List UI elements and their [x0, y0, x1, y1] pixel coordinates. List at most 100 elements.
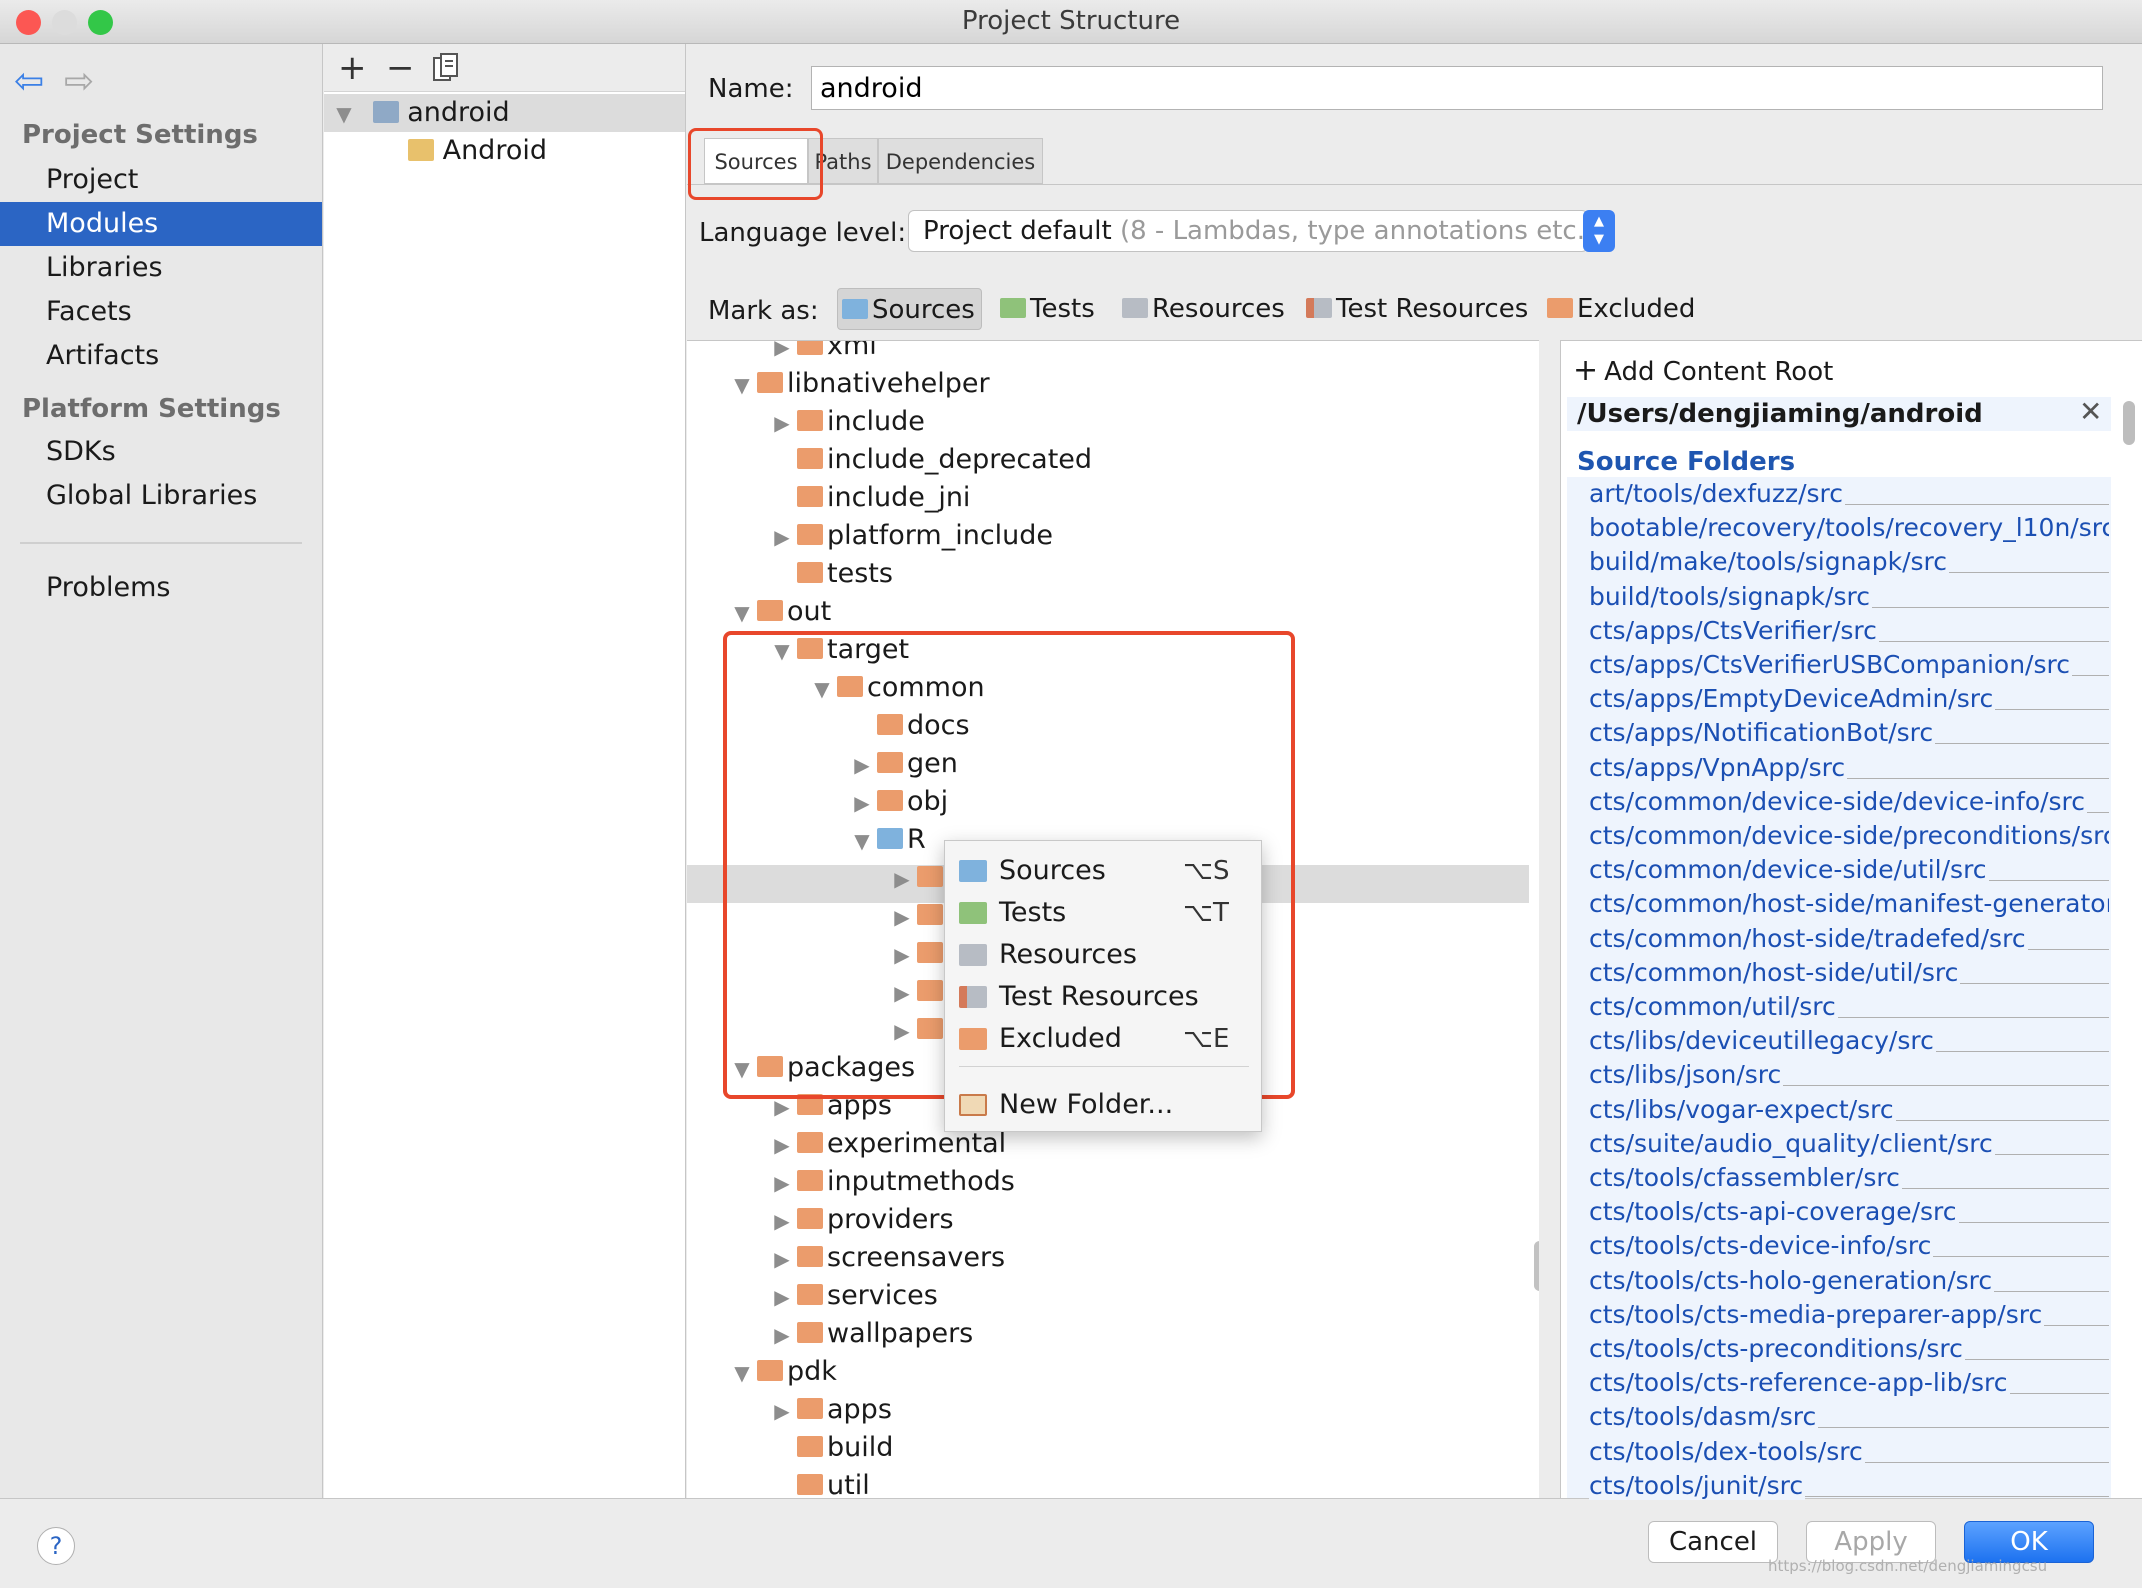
select-arrows-icon[interactable]: ▲ ▼: [1583, 210, 1615, 252]
content-root-scrollbar[interactable]: [2123, 401, 2135, 445]
tree-row[interactable]: ▶ providers: [767, 1201, 953, 1240]
mark-test-resources-button[interactable]: Test Resources: [1306, 288, 1528, 330]
source-folder-item[interactable]: cts/tools/cts-device-info/src: [1589, 1229, 2109, 1263]
module-android[interactable]: ▼ android: [324, 94, 685, 132]
expand-arrow-icon[interactable]: ▶: [767, 1392, 797, 1430]
source-folder-item[interactable]: art/tools/dexfuzz/src: [1589, 477, 2109, 511]
tree-row[interactable]: ▶ wallpapers: [767, 1315, 973, 1353]
nav-item-sdks[interactable]: SDKs: [0, 430, 322, 474]
source-folder-item[interactable]: cts/apps/CtsVerifierUSBCompanion/src: [1589, 648, 2109, 682]
remove-content-root-icon[interactable]: ✕: [2079, 395, 2102, 428]
source-folder-item[interactable]: cts/tools/cts-media-preparer-app/src: [1589, 1298, 2109, 1332]
expand-arrow-icon[interactable]: ▶: [767, 1240, 797, 1278]
source-folder-item[interactable]: cts/common/device-side/util/src: [1589, 853, 2109, 887]
source-folder-item[interactable]: cts/apps/EmptyDeviceAdmin/src: [1589, 682, 2109, 716]
source-folder-item[interactable]: build/tools/signapk/src: [1589, 580, 2109, 614]
source-folder-item[interactable]: cts/apps/CtsVerifier/src: [1589, 614, 2109, 648]
source-folder-item[interactable]: cts/tools/cts-api-coverage/src: [1589, 1195, 2109, 1229]
source-folder-item[interactable]: build/make/tools/signapk/src: [1589, 545, 2109, 579]
expand-arrow-icon[interactable]: ▶: [767, 1316, 797, 1354]
tree-row[interactable]: ▶ inputmethods: [767, 1163, 1015, 1201]
expand-arrow-icon[interactable]: ▶: [767, 1278, 797, 1316]
language-level-select[interactable]: Project default (8 - Lambdas, type annot…: [908, 210, 1588, 252]
menu-item-new-folder[interactable]: New Folder...: [945, 1085, 1261, 1125]
source-folder-item[interactable]: cts/common/host-side/manifest-generator: [1589, 887, 2109, 921]
module-name-input[interactable]: [811, 66, 2103, 110]
source-folder-item[interactable]: cts/tools/cts-reference-app-lib/src: [1589, 1366, 2109, 1400]
menu-item-excluded[interactable]: Excluded ⌥E: [945, 1019, 1261, 1059]
mark-resources-button[interactable]: Resources: [1122, 288, 1285, 330]
cancel-button[interactable]: Cancel: [1648, 1521, 1778, 1563]
tree-row[interactable]: ▶ xml: [767, 341, 877, 366]
expand-arrow-icon[interactable]: ▶: [767, 1126, 797, 1164]
tree-row[interactable]: ▶ services: [767, 1277, 938, 1315]
tree-row[interactable]: tests: [767, 555, 893, 593]
mark-tests-button[interactable]: Tests: [1000, 288, 1095, 330]
tree-row[interactable]: ▼ out: [727, 593, 831, 631]
source-folder-item[interactable]: bootable/recovery/tools/recovery_l10n/sr…: [1589, 511, 2109, 545]
tree-scrollbar[interactable]: [1534, 1241, 1539, 1291]
menu-item-sources[interactable]: Sources ⌥S: [945, 851, 1261, 891]
remove-module-button[interactable]: −: [386, 48, 415, 88]
copy-icon[interactable]: [432, 52, 460, 93]
expand-arrow-icon[interactable]: ▶: [767, 518, 797, 556]
source-folder-item[interactable]: cts/suite/audio_quality/client/src: [1589, 1127, 2109, 1161]
source-folder-item[interactable]: cts/tools/dex-tools/src: [1589, 1435, 2109, 1469]
source-folder-item[interactable]: cts/apps/NotificationBot/src: [1589, 716, 2109, 750]
menu-item-resources[interactable]: Resources: [945, 935, 1261, 975]
source-folder-item[interactable]: cts/common/device-side/preconditions/src: [1589, 819, 2109, 853]
nav-item-artifacts[interactable]: Artifacts: [0, 334, 322, 378]
nav-item-facets[interactable]: Facets: [0, 290, 322, 334]
tree-row[interactable]: include_jni: [767, 479, 970, 517]
nav-item-libraries[interactable]: Libraries: [0, 246, 322, 290]
menu-item-test-resources[interactable]: Test Resources: [945, 977, 1261, 1017]
mark-sources-button[interactable]: Sources: [837, 288, 982, 330]
expand-arrow-icon[interactable]: ▶: [767, 1164, 797, 1202]
source-folder-item[interactable]: cts/common/host-side/tradefed/src: [1589, 922, 2109, 956]
facet-android[interactable]: Android: [324, 132, 685, 170]
source-folder-path: cts/tools/cts-preconditions/src: [1589, 1334, 1965, 1363]
expand-arrow-icon[interactable]: ▶: [767, 341, 797, 366]
source-folder-item[interactable]: cts/common/device-side/device-info/src: [1589, 785, 2109, 819]
add-content-root-button[interactable]: + Add Content Root: [1573, 353, 1833, 388]
tree-row[interactable]: include_deprecated: [767, 441, 1092, 479]
collapse-arrow-icon[interactable]: ▼: [727, 1354, 757, 1392]
source-folder-item[interactable]: cts/tools/cts-holo-generation/src: [1589, 1264, 2109, 1298]
source-folder-item[interactable]: cts/tools/dasm/src: [1589, 1400, 2109, 1434]
tree-row[interactable]: ▶ apps: [767, 1391, 892, 1429]
source-folder-item[interactable]: cts/apps/VpnApp/src: [1589, 751, 2109, 785]
tree-row[interactable]: util: [767, 1467, 870, 1500]
folder-icon: [797, 486, 823, 507]
collapse-arrow-icon[interactable]: ▼: [727, 594, 757, 632]
source-folder-item[interactable]: cts/common/util/src: [1589, 990, 2109, 1024]
menu-item-tests[interactable]: Tests ⌥T: [945, 893, 1261, 933]
source-folder-item[interactable]: cts/libs/vogar-expect/src: [1589, 1093, 2109, 1127]
source-folder-item[interactable]: cts/tools/cts-preconditions/src: [1589, 1332, 2109, 1366]
source-folder-item[interactable]: cts/common/host-side/util/src: [1589, 956, 2109, 990]
help-button[interactable]: ?: [37, 1527, 75, 1565]
tree-row[interactable]: ▶ platform_include: [767, 517, 1053, 555]
collapse-arrow-icon[interactable]: ▼: [727, 366, 757, 404]
expand-arrow-icon[interactable]: ▼: [324, 95, 364, 133]
tree-row[interactable]: ▶ include: [767, 403, 925, 441]
tree-row[interactable]: build: [767, 1429, 893, 1467]
tree-row[interactable]: ▼ pdk: [727, 1353, 837, 1391]
forward-arrow-icon[interactable]: ⇨: [64, 64, 94, 100]
source-folder-item[interactable]: cts/tools/junit/src: [1589, 1469, 2109, 1500]
source-folder-item[interactable]: cts/libs/json/src: [1589, 1058, 2109, 1092]
expand-arrow-icon[interactable]: ▶: [767, 1202, 797, 1240]
tab-dependencies[interactable]: Dependencies: [878, 138, 1043, 184]
source-folder-item[interactable]: cts/tools/cfassembler/src: [1589, 1161, 2109, 1195]
nav-item-global-libraries[interactable]: Global Libraries: [0, 474, 322, 518]
tree-row[interactable]: ▶ screensavers: [767, 1239, 1005, 1277]
nav-item-project[interactable]: Project: [0, 158, 322, 202]
back-arrow-icon[interactable]: ⇦: [14, 64, 44, 100]
add-module-button[interactable]: +: [338, 48, 367, 88]
nav-item-problems[interactable]: Problems: [0, 566, 322, 610]
nav-item-modules[interactable]: Modules: [0, 202, 322, 246]
tree-row[interactable]: ▼ libnativehelper: [727, 365, 989, 404]
expand-arrow-icon[interactable]: ▶: [767, 404, 797, 442]
source-folder-item[interactable]: cts/libs/deviceutillegacy/src: [1589, 1024, 2109, 1058]
mark-excluded-button[interactable]: Excluded: [1547, 288, 1695, 330]
excluded-folder-icon: [1547, 297, 1573, 318]
